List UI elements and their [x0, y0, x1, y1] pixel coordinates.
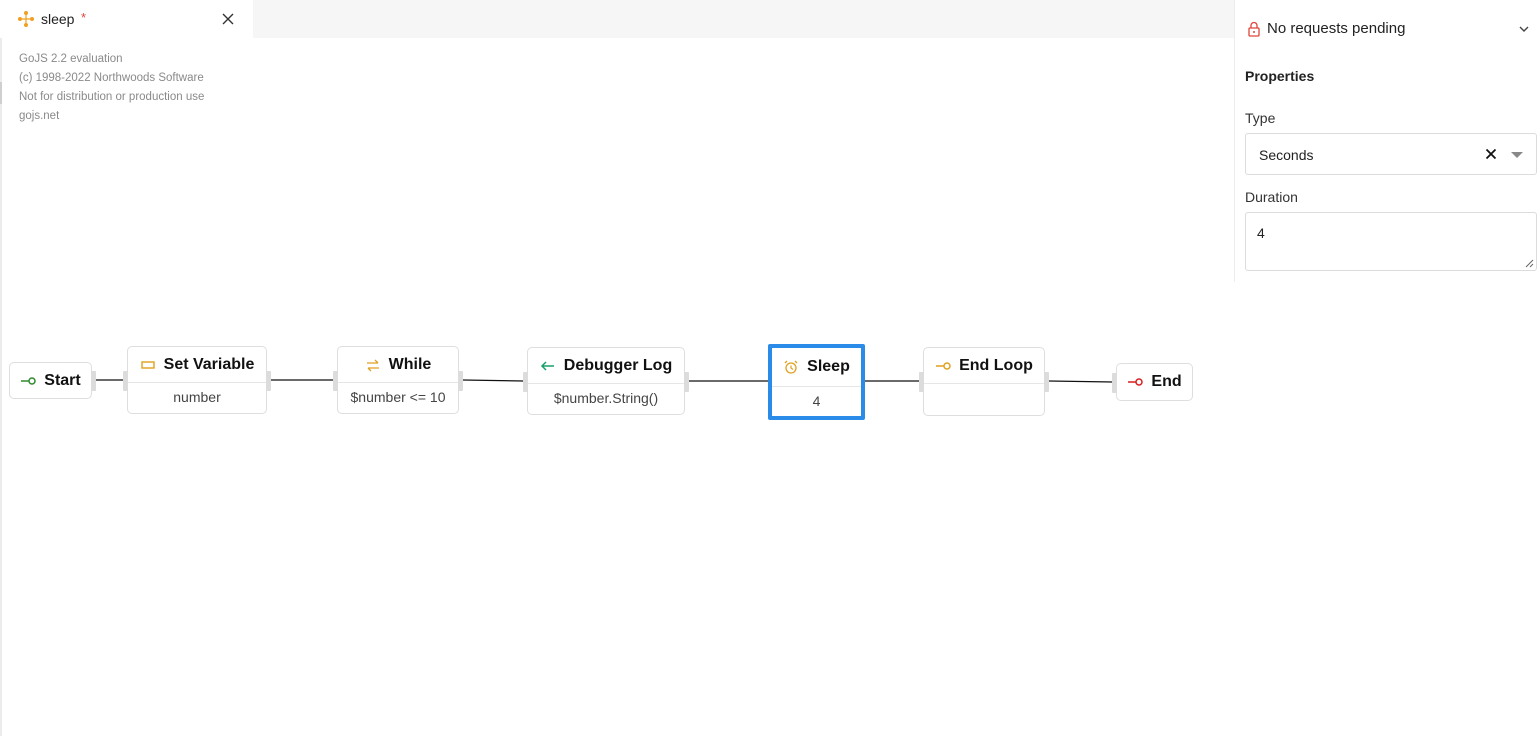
node-value: number	[128, 382, 266, 413]
variable-rect-icon	[140, 360, 155, 369]
type-select[interactable]: Seconds	[1245, 133, 1537, 175]
input-port[interactable]	[919, 372, 924, 392]
link-endloop-end	[1048, 380, 1114, 383]
node-value	[924, 383, 1044, 415]
duration-value: 4	[1257, 225, 1265, 241]
alarm-clock-icon	[784, 360, 798, 374]
output-port[interactable]	[91, 371, 96, 391]
node-title: End	[1151, 373, 1182, 390]
input-port[interactable]	[123, 371, 128, 391]
node-set-variable[interactable]: Set Variable number	[123, 346, 271, 414]
loop-arrows-icon	[366, 359, 379, 371]
node-title: Start	[44, 371, 81, 389]
node-sleep[interactable]: Sleep 4	[768, 344, 865, 420]
workflow-editor: sleep * GoJS 2.2 evaluation (c) 1998-202…	[0, 0, 1537, 736]
node-title: Sleep	[807, 358, 850, 375]
return-arrow-icon	[540, 360, 554, 371]
node-end[interactable]: End	[1112, 363, 1193, 401]
lock-icon	[1248, 21, 1260, 37]
output-port[interactable]	[684, 372, 689, 392]
end-circle-icon	[1128, 378, 1144, 386]
output-port[interactable]	[266, 371, 271, 391]
type-label: Type	[1245, 110, 1276, 126]
node-value: 4	[772, 386, 861, 416]
duration-label: Duration	[1245, 189, 1298, 205]
node-title: Set Variable	[163, 355, 255, 373]
properties-title: Properties	[1245, 68, 1315, 84]
chevron-down-icon[interactable]	[1517, 22, 1531, 36]
node-title: End Loop	[959, 356, 1033, 374]
type-select-value: Seconds	[1259, 147, 1314, 163]
start-circle-icon	[21, 376, 37, 385]
requests-dropdown[interactable]: No requests pending	[1235, 0, 1537, 48]
requests-status: No requests pending	[1267, 20, 1406, 37]
resize-grip-icon[interactable]	[1524, 258, 1534, 268]
input-port[interactable]	[523, 372, 528, 392]
input-port[interactable]	[333, 371, 338, 391]
output-port[interactable]	[458, 371, 463, 391]
end-loop-icon	[936, 361, 951, 370]
node-title: Debugger Log	[563, 356, 673, 374]
input-port[interactable]	[1112, 373, 1117, 393]
link-while-debuggerlog	[462, 379, 524, 382]
node-debugger-log[interactable]: Debugger Log $number.String()	[523, 347, 689, 415]
clear-icon[interactable]	[1484, 147, 1498, 161]
node-end-loop[interactable]: End Loop	[919, 347, 1049, 416]
duration-field[interactable]: 4	[1245, 212, 1537, 271]
output-port[interactable]	[1044, 372, 1049, 392]
node-value: $number.String()	[528, 383, 684, 414]
node-title: While	[388, 355, 432, 373]
node-value: $number <= 10	[338, 382, 458, 413]
node-start[interactable]: Start	[9, 362, 96, 399]
node-while[interactable]: While $number <= 10	[333, 346, 463, 414]
caret-down-icon[interactable]	[1510, 150, 1524, 160]
properties-panel: No requests pending Properties Type Seco…	[1234, 0, 1537, 282]
